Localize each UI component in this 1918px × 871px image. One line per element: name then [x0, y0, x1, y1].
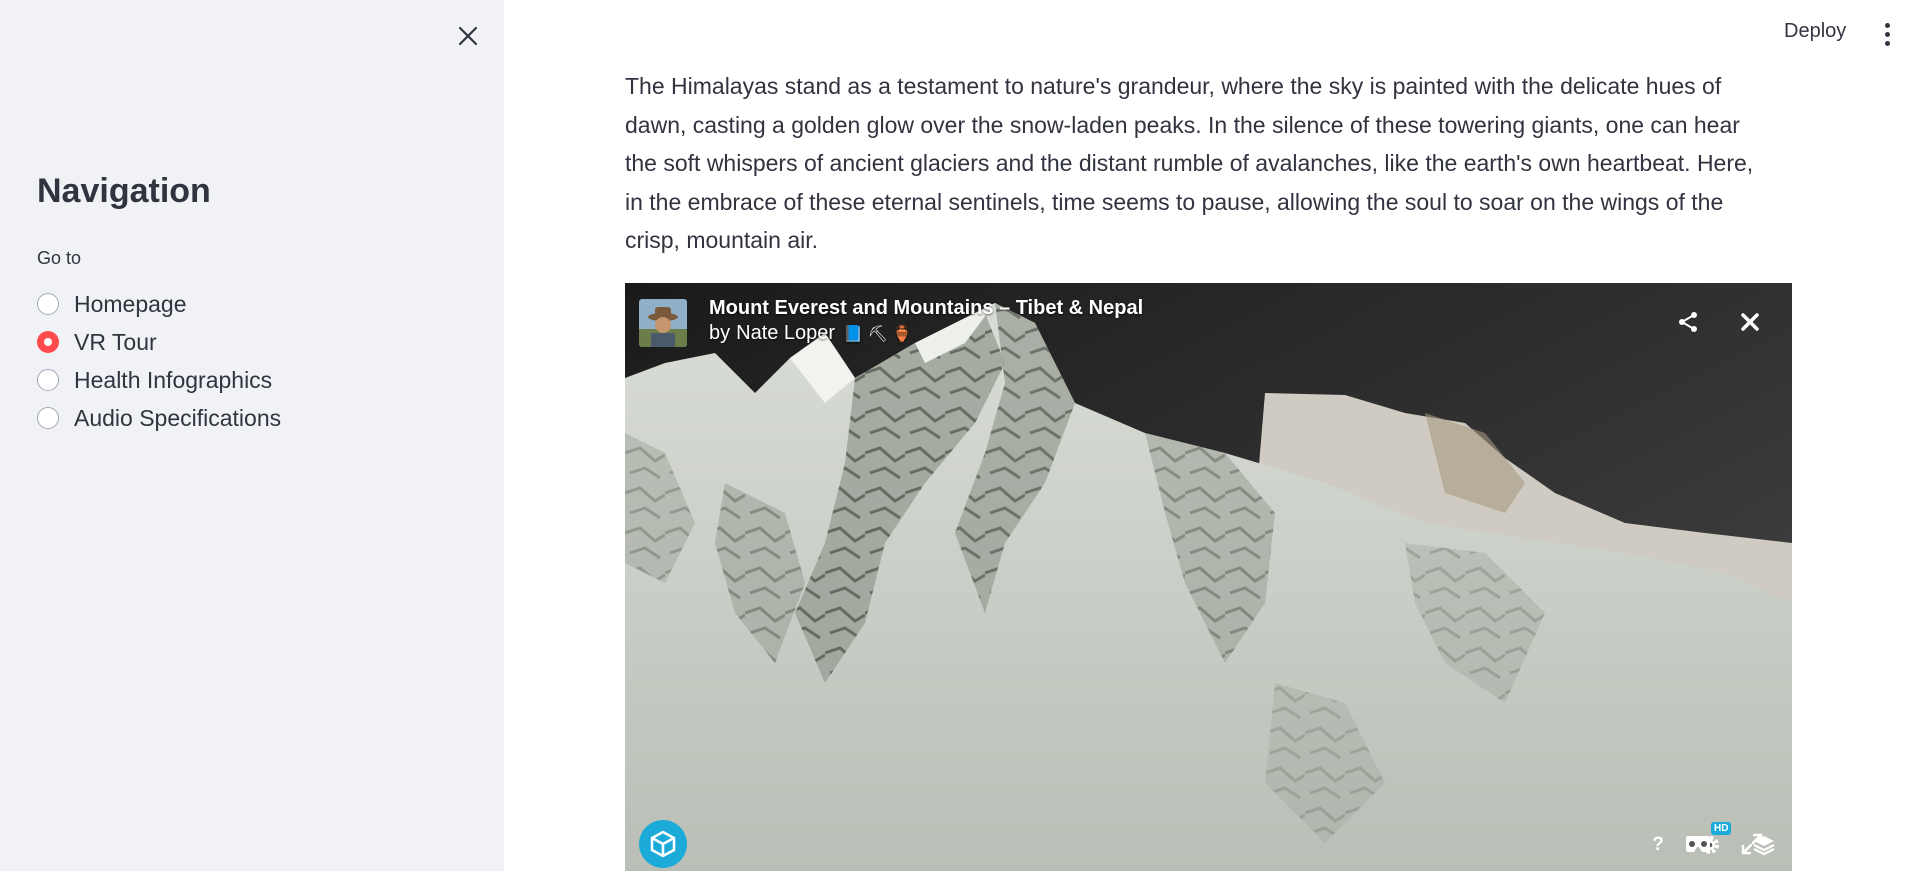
radio-option-label: Homepage — [74, 290, 187, 317]
fullscreen-button[interactable] — [1739, 831, 1765, 857]
author-badges: 📘 ⛏ 🏺 — [843, 326, 913, 343]
model-title[interactable]: Mount Everest and Mountains – Tibet & Ne… — [709, 297, 1143, 320]
radio-group-label: Go to — [37, 248, 82, 268]
radio-option-label: Health Infographics — [74, 366, 273, 393]
sidebar: Navigation Go to Homepage VR Tour Health… — [0, 0, 504, 871]
mountain-scene[interactable] — [625, 283, 1792, 871]
help-button[interactable]: ? — [1646, 833, 1670, 857]
radio-option-health-infographics[interactable]: Health Infographics — [37, 361, 281, 399]
radio-button[interactable] — [37, 369, 59, 391]
author-prefix: by — [709, 322, 731, 344]
viewer-close-button[interactable] — [1737, 309, 1763, 335]
radio-option-audio-specifications[interactable]: Audio Specifications — [37, 399, 281, 437]
radio-option-homepage[interactable]: Homepage — [37, 285, 281, 323]
intro-paragraph: The Himalayas stand as a testament to na… — [625, 73, 1754, 253]
share-icon — [1679, 312, 1697, 332]
hd-badge: HD — [1711, 822, 1732, 835]
radio-button-selected[interactable] — [37, 331, 59, 353]
main-menu-button[interactable] — [1876, 20, 1898, 48]
sidebar-title: Navigation — [37, 172, 211, 210]
deploy-button[interactable]: Deploy — [1784, 20, 1846, 43]
vr-button[interactable] — [1683, 832, 1713, 856]
radio-option-vr-tour[interactable]: VR Tour — [37, 323, 281, 361]
model-author: by Nate Loper 📘 ⛏ 🏺 — [709, 322, 912, 345]
share-button[interactable] — [1675, 309, 1701, 335]
sketchfab-logo-icon — [650, 830, 676, 858]
vr-icon — [1686, 836, 1710, 852]
close-icon — [458, 26, 478, 46]
sketchfab-viewer[interactable]: Mount Everest and Mountains – Tibet & Ne… — [625, 283, 1792, 871]
radio-option-label: Audio Specifications — [74, 404, 282, 431]
help-icon: ? — [1652, 834, 1664, 855]
fullscreen-icon — [1741, 833, 1763, 855]
radio-button[interactable] — [37, 293, 59, 315]
author-link[interactable]: Nate Loper — [736, 322, 835, 344]
navigation-radio-group: Homepage VR Tour Health Infographics Aud… — [37, 285, 281, 437]
close-icon — [1741, 313, 1759, 331]
radio-option-label: VR Tour — [74, 328, 157, 355]
author-avatar[interactable] — [639, 299, 687, 347]
close-sidebar-button[interactable] — [452, 20, 484, 52]
kebab-menu-icon — [1884, 22, 1890, 28]
radio-button[interactable] — [37, 407, 59, 429]
sketchfab-logo-button[interactable] — [639, 820, 687, 868]
